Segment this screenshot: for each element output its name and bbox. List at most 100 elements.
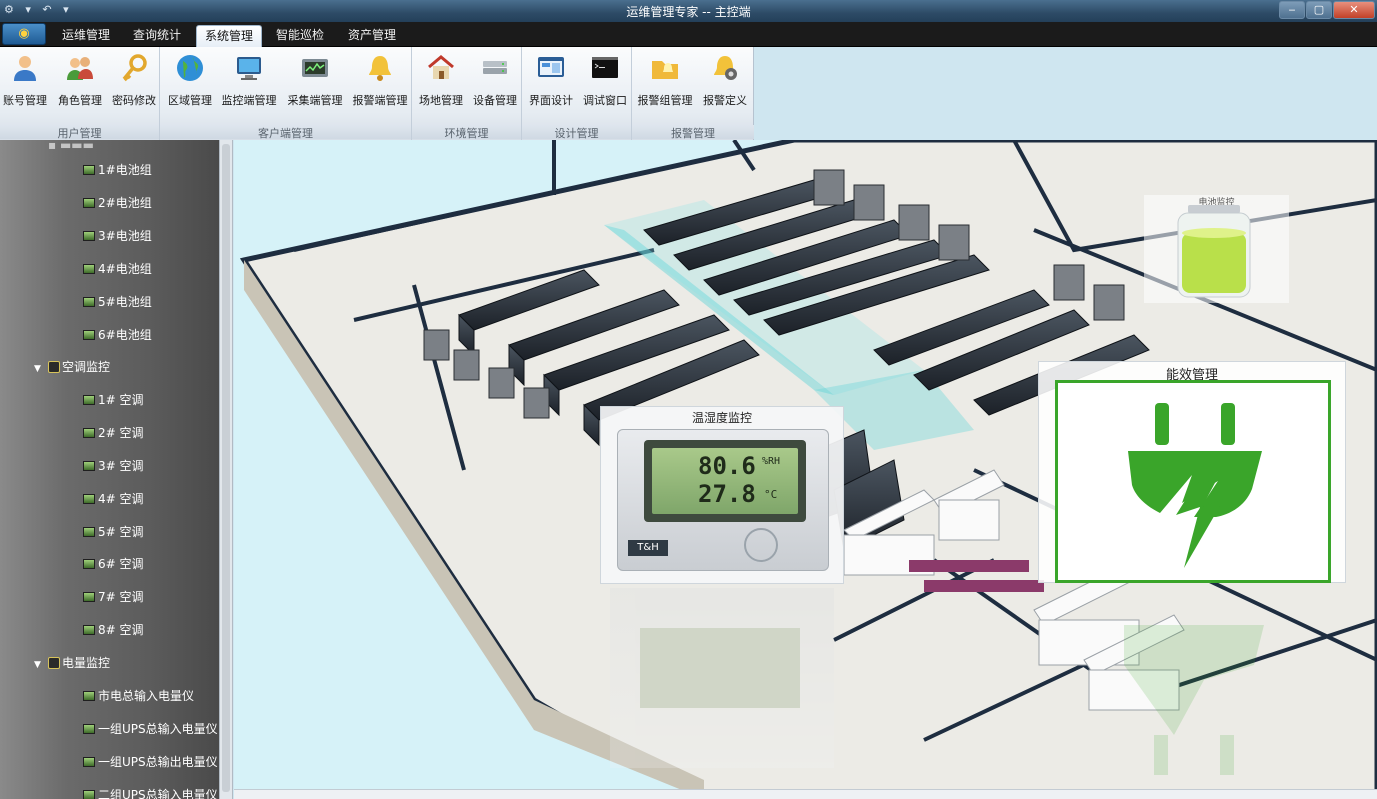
account-button[interactable]: 账号管理 (2, 53, 48, 113)
region-button[interactable]: 区域管理 (164, 53, 216, 113)
battery-icon (1177, 205, 1251, 298)
alarm-definition-icon (714, 56, 737, 80)
password-button[interactable]: 密码修改 (110, 53, 158, 113)
tree-item-battery-5[interactable]: 5#电池组 (83, 291, 152, 313)
tree-item-power-2[interactable]: 一组UPS总输入电量仪 (83, 718, 218, 740)
temp-humidity-card[interactable]: 温湿度监控 80.6 %RH 27.8 °C T&H (600, 406, 844, 584)
floor-plan-view[interactable]: 电池监控 能效管理 温湿度监控 80.6 %RH 27.8 °C T&H (234, 140, 1377, 799)
ribbon-group-clients: 区域管理 监控端管理 采集端管理 报警端管理 客户端管理 (160, 47, 412, 140)
tree-item-power-4[interactable]: 二组UPS总输入电量仪 (83, 784, 218, 799)
power-plug-icon (1128, 403, 1262, 568)
tree-item-battery-2[interactable]: 2#电池组 (83, 192, 152, 214)
device-icon (83, 395, 95, 405)
collector-client-button[interactable]: 采集端管理 (284, 53, 346, 113)
tree-item-ac-8[interactable]: 8# 空调 (83, 619, 144, 641)
ui-design-button[interactable]: 界面设计 (526, 53, 576, 113)
temperature-unit: °C (764, 488, 778, 501)
server-icon (483, 61, 507, 74)
device-icon (83, 231, 95, 241)
device-icon (83, 559, 95, 569)
ribbon: 账号管理 角色管理 密码修改 用户管理 区域管理 监控端管理 采集端管理 报警端… (0, 47, 754, 140)
ribbon-group-caption: 设计管理 (522, 125, 631, 140)
ac-category-icon (48, 361, 60, 373)
alarm-group-icon (652, 61, 678, 79)
key-icon (122, 54, 147, 82)
device-icon (83, 625, 95, 635)
debug-window-button[interactable]: 调试窗口 (580, 53, 630, 113)
tree-item-battery-4[interactable]: 4#电池组 (83, 258, 152, 280)
tab-ops[interactable]: 运维管理 (52, 25, 120, 47)
tab-query-stats[interactable]: 查询统计 (123, 25, 191, 47)
alarm-definition-button[interactable]: 报警定义 (698, 53, 752, 113)
expand-arrow-icon[interactable]: ▼ (34, 358, 48, 380)
house-icon (428, 55, 454, 79)
tree-item-ac-7[interactable]: 7# 空调 (83, 586, 144, 608)
tree-category-ac[interactable]: ▼ 空调监控 (34, 356, 110, 378)
ribbon-group-users: 账号管理 角色管理 密码修改 用户管理 (0, 47, 160, 140)
ribbon-group-caption: 客户端管理 (160, 125, 411, 140)
ribbon-group-caption: 用户管理 (0, 125, 159, 140)
alarm-client-button[interactable]: 报警端管理 (350, 53, 410, 113)
tree-item-ac-3[interactable]: 3# 空调 (83, 455, 144, 477)
battery-monitor-card[interactable]: 电池监控 (1144, 195, 1289, 303)
horizontal-scrollbar[interactable] (234, 789, 1377, 799)
tree-item-battery-3[interactable]: 3#电池组 (83, 225, 152, 247)
lcd-display: 80.6 %RH 27.8 °C (652, 448, 798, 514)
tree-category-battery[interactable]: ▪ ▬▬▬ (48, 140, 94, 156)
maximize-button[interactable]: ▢ (1306, 1, 1332, 19)
monitor-client-button[interactable]: 监控端管理 (218, 53, 280, 113)
lcd-reflection (640, 628, 800, 708)
ribbon-group-caption: 环境管理 (412, 125, 521, 140)
device-icon (83, 428, 95, 438)
panel-splitter[interactable] (219, 140, 233, 799)
tree-category-power[interactable]: ▼ 电量监控 (34, 652, 110, 674)
device-icon (83, 757, 95, 767)
app-menu-button[interactable]: ◉ (2, 23, 46, 45)
monitor-icon (237, 57, 261, 80)
minimize-button[interactable]: ‒ (1279, 1, 1305, 19)
collector-icon (302, 59, 328, 77)
humidity-value: 80.6 (698, 452, 756, 480)
ribbon-group-caption: 报警管理 (632, 125, 754, 140)
device-icon (83, 461, 95, 471)
device-icon (83, 297, 95, 307)
close-button[interactable]: ✕ (1333, 1, 1375, 19)
tree-item-power-3[interactable]: 一组UPS总输出电量仪 (83, 751, 218, 773)
temp-humidity-reflection (610, 588, 834, 768)
tree-scrollbar-thumb[interactable] (222, 144, 230, 792)
tab-system[interactable]: 系统管理 (196, 25, 262, 47)
device-tree: ▪ ▬▬▬ 1#电池组 2#电池组 3#电池组 4#电池组 5#电池组 6#电池… (0, 140, 219, 799)
temperature-value: 27.8 (698, 480, 756, 508)
expand-arrow-icon[interactable]: ▼ (34, 654, 48, 676)
device-icon (83, 264, 95, 274)
device-icon (83, 592, 95, 602)
tree-item-ac-6[interactable]: 6# 空调 (83, 553, 144, 575)
device-icon (83, 198, 95, 208)
tab-assets[interactable]: 资产管理 (338, 25, 406, 47)
tree-item-ac-5[interactable]: 5# 空调 (83, 521, 144, 543)
device-icon (83, 527, 95, 537)
tree-item-ac-1[interactable]: 1# 空调 (83, 389, 144, 411)
device-icon (83, 165, 95, 175)
site-button[interactable]: 场地管理 (416, 53, 466, 113)
role-button[interactable]: 角色管理 (54, 53, 106, 113)
window-controls: ‒ ▢ ✕ (1279, 1, 1375, 19)
alarm-group-button[interactable]: 报警组管理 (636, 53, 694, 113)
window-title: 运维管理专家 -- 主控端 (626, 5, 751, 19)
tree-item-power-1[interactable]: 市电总输入电量仪 (83, 685, 194, 707)
tree-item-ac-2[interactable]: 2# 空调 (83, 422, 144, 444)
tab-inspection[interactable]: 智能巡检 (266, 25, 334, 47)
device-icon (83, 494, 95, 504)
energy-management-card[interactable]: 能效管理 (1038, 361, 1346, 583)
user-icon (14, 56, 36, 81)
tree-item-battery-1[interactable]: 1#电池组 (83, 159, 152, 181)
console-icon (592, 57, 618, 78)
device-bezel: 80.6 %RH 27.8 °C (644, 440, 806, 522)
tree-item-battery-6[interactable]: 6#电池组 (83, 324, 152, 346)
menu-bar: ◉ 运维管理 查询统计 系统管理 智能巡检 资产管理 (0, 22, 1377, 47)
device-icon (83, 691, 95, 701)
bell-icon (369, 56, 391, 81)
ribbon-group-alarm: 报警组管理 报警定义 报警管理 (632, 47, 754, 140)
tree-item-ac-4[interactable]: 4# 空调 (83, 488, 144, 510)
device-button[interactable]: 设备管理 (470, 53, 520, 113)
